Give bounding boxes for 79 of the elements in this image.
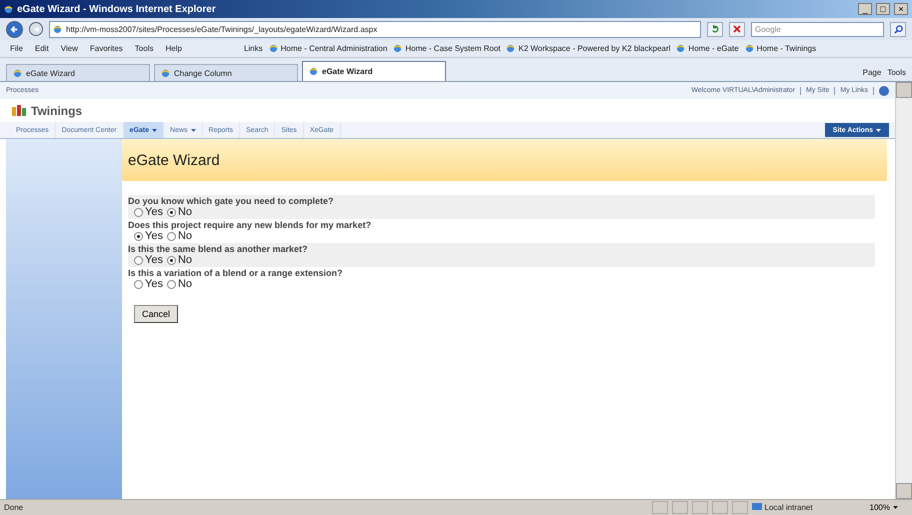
help-icon[interactable]: [879, 86, 889, 96]
address-field[interactable]: http://vm-moss2007/sites/Processes/eGate/Twinings/_layouts/egateWizard/Wizard.aspx: [49, 20, 701, 38]
search-field[interactable]: Google: [751, 22, 884, 36]
window-title: eGate Wizard - Windows Internet Explorer: [17, 4, 217, 14]
favorite-link[interactable]: Home - Central Administration: [268, 44, 388, 53]
scrollbar[interactable]: [895, 82, 912, 499]
radio-button[interactable]: [134, 256, 143, 264]
back-button[interactable]: [6, 20, 23, 38]
site-title: Twinings: [31, 104, 82, 118]
browser-icon: [309, 67, 318, 76]
menu-item[interactable]: Edit: [34, 44, 49, 53]
window-control-button[interactable]: □: [876, 3, 890, 15]
radio-option[interactable]: Yes: [134, 254, 163, 266]
wizard-title: eGate Wizard: [128, 152, 220, 168]
forward-button[interactable]: [29, 22, 43, 36]
zoom-button[interactable]: 100%: [866, 503, 908, 512]
search-button[interactable]: [890, 22, 906, 36]
logo-icon: [12, 104, 26, 116]
caret-icon: [893, 506, 898, 509]
radio-button[interactable]: [166, 256, 176, 264]
browser-icon: [13, 68, 22, 78]
status-text: Done: [4, 503, 24, 512]
browser-tab[interactable]: eGate Wizard: [6, 64, 150, 81]
menu-item[interactable]: View: [60, 44, 78, 53]
favorite-link[interactable]: Home - Twinings: [744, 44, 816, 53]
toolbar-menu-button[interactable]: Tools: [887, 68, 906, 76]
radio-option[interactable]: No: [166, 254, 192, 266]
radio-option[interactable]: No: [166, 278, 192, 290]
browser-icon: [393, 44, 402, 53]
refresh-button[interactable]: [707, 22, 723, 36]
cancel-button[interactable]: Cancel: [134, 305, 178, 323]
radio-button[interactable]: [134, 232, 143, 240]
browser-icon: [506, 44, 516, 53]
radio-option[interactable]: Yes: [134, 230, 163, 242]
radio-option[interactable]: No: [166, 230, 192, 242]
close-icon: [733, 25, 741, 33]
browser-tab[interactable]: eGate Wizard: [302, 61, 446, 81]
toolbar-menu-button[interactable]: Page: [862, 68, 882, 76]
menu-item[interactable]: Help: [165, 44, 182, 53]
arrow-right-icon: [32, 26, 40, 32]
radio-button[interactable]: [166, 280, 176, 288]
browser-icon: [744, 44, 754, 53]
radio-option[interactable]: Yes: [134, 206, 163, 218]
browser-tab[interactable]: Change Column: [154, 64, 298, 81]
browser-icon: [161, 68, 170, 78]
menu-item[interactable]: Tools: [134, 44, 154, 53]
question-text: Is this a variation of a blend or a range extension?: [128, 268, 344, 278]
browser-icon: [676, 44, 686, 53]
stop-button[interactable]: [729, 22, 745, 36]
favorite-link[interactable]: Home - eGate: [676, 44, 739, 53]
radio-option[interactable]: Yes: [134, 278, 163, 290]
menu-item[interactable]: Favorites: [90, 44, 123, 53]
radio-button[interactable]: [134, 208, 143, 216]
question-text: Does this project require any new blends for my market?: [128, 220, 372, 230]
caret-icon: [876, 128, 881, 132]
radio-button[interactable]: [134, 280, 143, 288]
zone-label: Local intranet: [764, 503, 813, 512]
menu-item[interactable]: File: [10, 44, 23, 53]
browser-icon: [4, 4, 13, 14]
links-label: Links: [244, 44, 263, 53]
arrow-left-icon: [10, 24, 19, 34]
window-control-button[interactable]: _: [858, 3, 872, 15]
caret-icon: [190, 128, 196, 132]
tab-title: eGate Wizard: [26, 68, 75, 78]
browser-icon: [268, 44, 278, 53]
tab-title: Change Column: [174, 68, 232, 78]
favorite-link[interactable]: Home - Case System Root: [393, 44, 500, 53]
favorite-link[interactable]: K2 Workspace - Powered by K2 blackpearl: [506, 44, 670, 53]
tab-title: eGate Wizard: [322, 67, 373, 76]
browser-icon: [53, 24, 62, 34]
radio-button[interactable]: [166, 208, 176, 216]
radio-option[interactable]: No: [166, 206, 192, 218]
question-text: Is this the same blend as another market?: [128, 244, 309, 254]
search-icon: [894, 24, 902, 34]
window-control-button[interactable]: ×: [894, 3, 908, 15]
question-text: Do you know which gate you need to complete?: [128, 196, 335, 206]
radio-button[interactable]: [166, 232, 176, 240]
caret-icon: [152, 128, 158, 132]
refresh-icon: [710, 24, 720, 34]
